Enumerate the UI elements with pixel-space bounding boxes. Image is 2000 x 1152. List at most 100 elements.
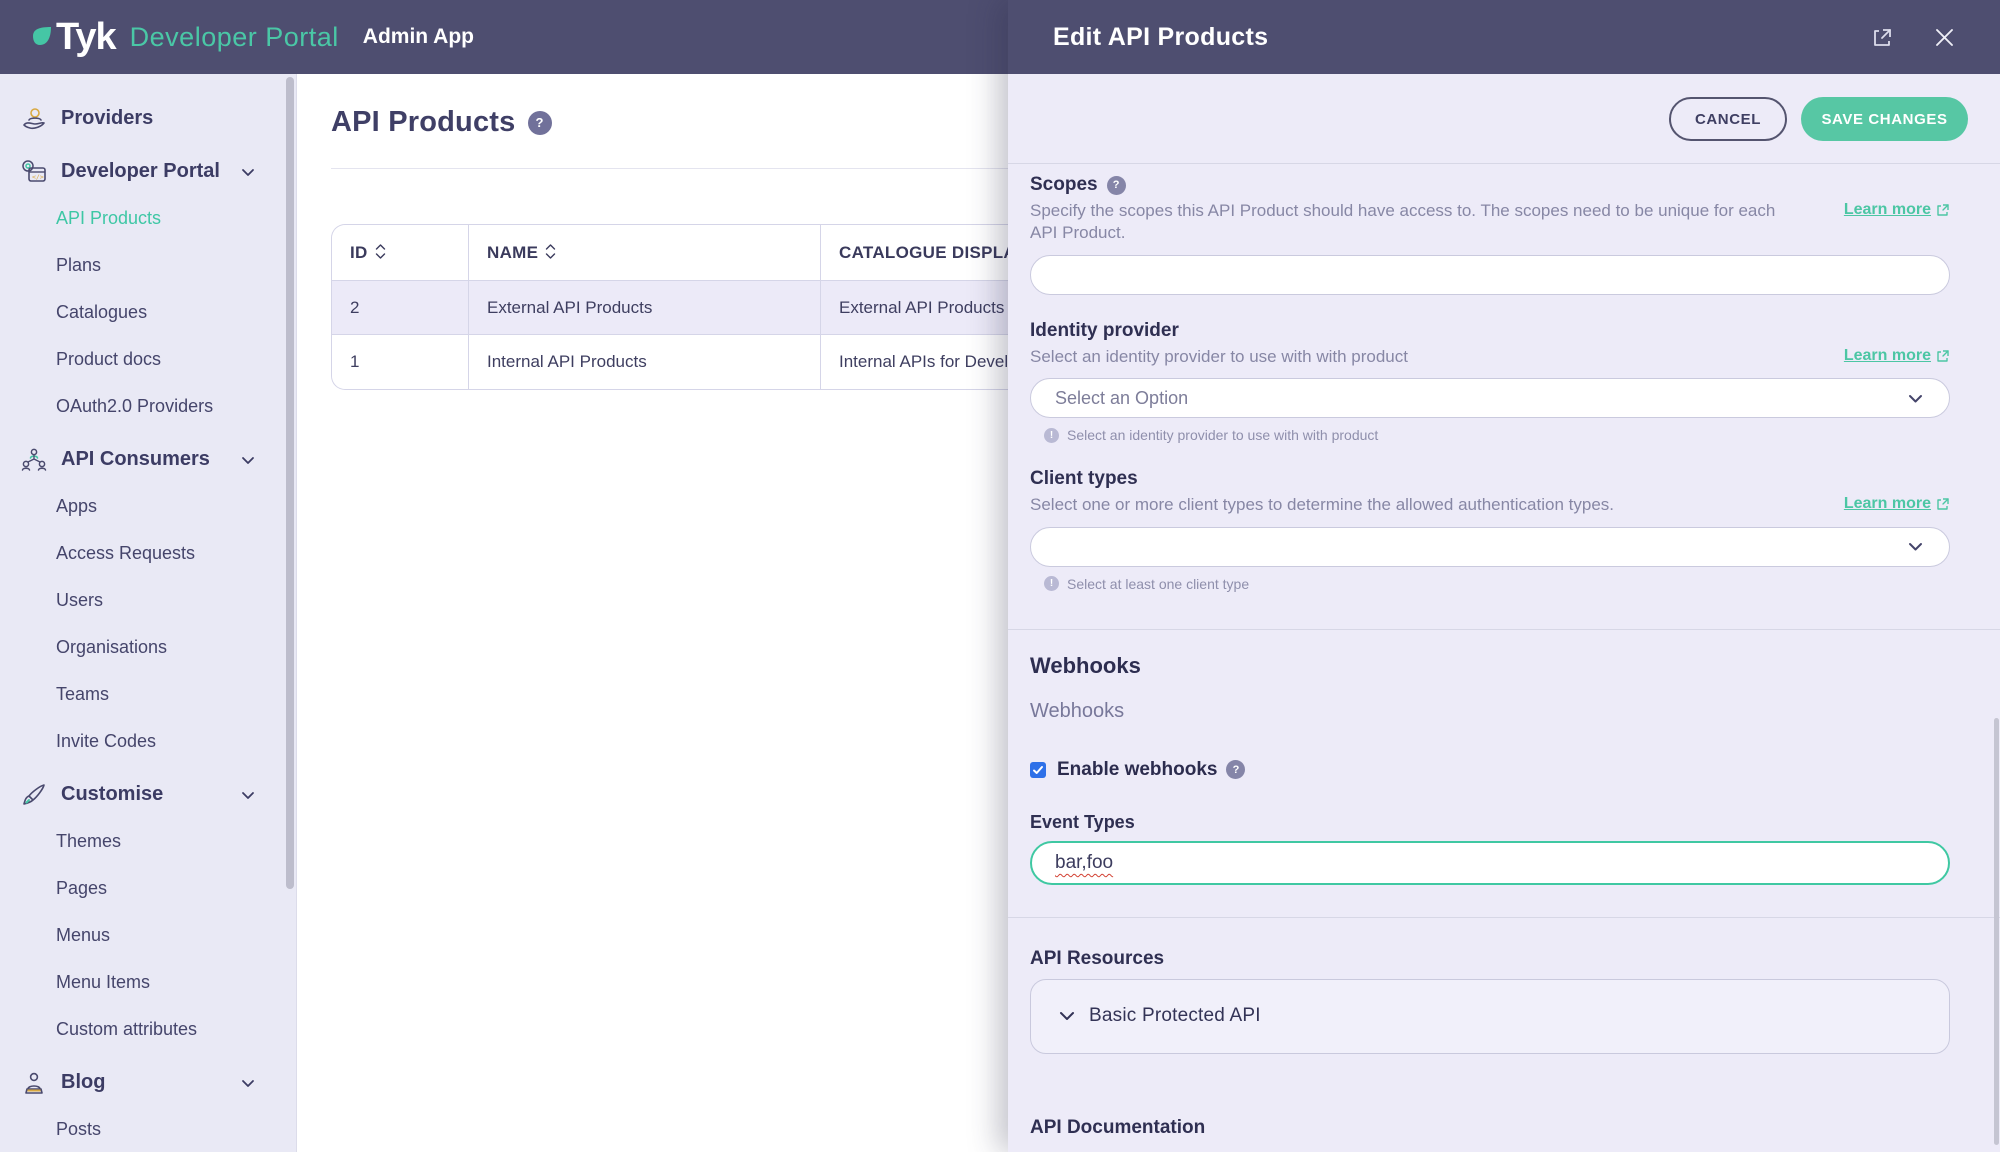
sidebar-item-label: Plans <box>56 255 101 276</box>
enable-webhooks-row: Enable webhooks ? <box>1030 759 1950 781</box>
identity-provider-description: Select an identity provider to use with … <box>1030 346 1408 368</box>
sidebar-item-organisations[interactable]: Organisations <box>0 624 296 671</box>
external-link-icon <box>1936 203 1950 217</box>
api-resource-name: Basic Protected API <box>1089 1005 1261 1027</box>
sidebar-item-label: Teams <box>56 684 109 705</box>
sort-icon[interactable] <box>375 243 386 260</box>
identity-learn-more-link[interactable]: Learn more <box>1844 347 1950 365</box>
sidebar-item-themes[interactable]: Themes <box>0 818 296 865</box>
sidebar-item-label: API Consumers <box>61 448 210 471</box>
sidebar-item-label: API Products <box>56 208 161 229</box>
webhooks-heading: Webhooks <box>1030 653 1950 679</box>
cell-name[interactable]: Internal API Products <box>468 335 820 389</box>
sort-icon[interactable] <box>545 243 556 260</box>
sidebar-item-label: Posts <box>56 1119 101 1140</box>
save-changes-button[interactable]: SAVE CHANGES <box>1801 97 1968 141</box>
customise-icon <box>20 781 48 809</box>
sidebar-item-posts[interactable]: Posts <box>0 1106 296 1152</box>
info-icon: ! <box>1044 576 1059 591</box>
sidebar-item-menu-items[interactable]: Menu Items <box>0 959 296 1006</box>
scopes-input-wrap <box>1030 255 1950 295</box>
page-title: API Products <box>331 106 516 139</box>
close-icon[interactable] <box>1933 26 1956 49</box>
sidebar-item-label: Menu Items <box>56 972 150 993</box>
sidebar-item-oauth-providers[interactable]: OAuth2.0 Providers <box>0 383 296 430</box>
chevron-down-icon <box>1906 537 1925 556</box>
scopes-learn-more-link[interactable]: Learn more <box>1844 201 1950 219</box>
sidebar-item-catalogues[interactable]: Catalogues <box>0 289 296 336</box>
sidebar-item-blog[interactable]: Blog <box>0 1059 296 1106</box>
cancel-button[interactable]: CANCEL <box>1669 97 1787 141</box>
api-resource-accordion[interactable]: Basic Protected API <box>1030 979 1950 1054</box>
enable-webhooks-label: Enable webhooks <box>1057 759 1217 781</box>
sidebar-item-api-consumers[interactable]: API Consumers <box>0 436 296 483</box>
sidebar-item-label: Menus <box>56 925 110 946</box>
sidebar-item-api-products[interactable]: API Products <box>0 195 296 242</box>
chevron-down-icon[interactable] <box>240 1075 256 1091</box>
scopes-label: Scopes <box>1030 174 1098 196</box>
client-types-select[interactable] <box>1030 527 1950 567</box>
logo-text: Tyk <box>56 18 116 56</box>
identity-provider-select[interactable]: Select an Option <box>1030 378 1950 418</box>
event-types-input[interactable]: bar,foo <box>1030 841 1950 885</box>
event-types-label: Event Types <box>1030 812 1950 833</box>
sidebar-item-label: Product docs <box>56 349 161 370</box>
app-name: Admin App <box>363 25 474 49</box>
identity-provider-placeholder: Select an Option <box>1055 388 1188 409</box>
cell-id[interactable]: 2 <box>332 281 468 335</box>
tyk-logo[interactable]: Tyk <box>30 18 116 56</box>
sidebar-item-label: Access Requests <box>56 543 195 564</box>
sidebar-item-label: Providers <box>61 107 153 130</box>
sidebar-item-customise[interactable]: Customise <box>0 771 296 818</box>
column-header-id[interactable]: ID <box>332 225 468 281</box>
client-types-learn-more-link[interactable]: Learn more <box>1844 495 1950 513</box>
open-in-new-window-icon[interactable] <box>1871 26 1894 49</box>
chevron-down-icon <box>1057 1006 1077 1026</box>
client-types-label: Client types <box>1030 468 1950 490</box>
chevron-down-icon[interactable] <box>240 452 256 468</box>
chevron-down-icon[interactable] <box>240 164 256 180</box>
api-resources-label: API Resources <box>1030 948 1950 970</box>
sidebar-item-label: Catalogues <box>56 302 147 323</box>
panel-title: Edit API Products <box>1053 23 1871 52</box>
sidebar-item-users[interactable]: Users <box>0 577 296 624</box>
sidebar-item-access-requests[interactable]: Access Requests <box>0 530 296 577</box>
sidebar-item-label: OAuth2.0 Providers <box>56 396 213 417</box>
sidebar-item-label: Invite Codes <box>56 731 156 752</box>
cell-id[interactable]: 1 <box>332 335 468 389</box>
info-icon: ! <box>1044 428 1059 443</box>
sidebar-item-product-docs[interactable]: Product docs <box>0 336 296 383</box>
sidebar-item-teams[interactable]: Teams <box>0 671 296 718</box>
sidebar-item-invite-codes[interactable]: Invite Codes <box>0 718 296 765</box>
api-resources-section: API Resources Basic Protected API API Do… <box>1008 917 2000 1152</box>
scopes-input[interactable] <box>1055 264 1925 285</box>
webhooks-help-icon[interactable]: ? <box>1226 760 1245 779</box>
enable-webhooks-checkbox[interactable] <box>1030 762 1046 778</box>
sidebar-item-pages[interactable]: Pages <box>0 865 296 912</box>
scopes-help-icon[interactable]: ? <box>1107 176 1126 195</box>
sidebar-item-plans[interactable]: Plans <box>0 242 296 289</box>
cell-name[interactable]: External API Products <box>468 281 820 335</box>
column-header-name[interactable]: NAME <box>468 225 820 281</box>
sidebar-item-label: Developer Portal <box>61 160 220 183</box>
blog-icon <box>20 1069 48 1097</box>
product-settings-section: Scopes ? Specify the scopes this API Pro… <box>1008 163 2000 629</box>
sidebar-item-apps[interactable]: Apps <box>0 483 296 530</box>
panel-header: Edit API Products <box>1008 0 2000 74</box>
svg-text:</>: </> <box>32 173 44 181</box>
edit-api-products-panel: Edit API Products CANCEL SAVE CHANGES Sc… <box>1008 0 2000 1152</box>
event-types-value: bar,foo <box>1055 852 1113 874</box>
sidebar-scrollbar[interactable] <box>286 77 294 889</box>
sidebar-item-custom-attributes[interactable]: Custom attributes <box>0 1006 296 1053</box>
sidebar-item-menus[interactable]: Menus <box>0 912 296 959</box>
window-scrollbar[interactable] <box>1994 718 1999 1145</box>
sidebar-item-developer-portal[interactable]: </> Developer Portal <box>0 148 296 195</box>
developer-portal-icon: </> <box>20 158 48 186</box>
sidebar-item-providers[interactable]: Providers <box>0 95 296 142</box>
sidebar-nav: Providers </> Developer Portal API Produ… <box>0 74 296 1152</box>
page-help-icon[interactable]: ? <box>528 111 552 135</box>
chevron-down-icon[interactable] <box>240 787 256 803</box>
sidebar-item-label: Organisations <box>56 637 167 658</box>
client-types-description: Select one or more client types to deter… <box>1030 494 1614 516</box>
scopes-description: Specify the scopes this API Product shou… <box>1030 200 1780 245</box>
